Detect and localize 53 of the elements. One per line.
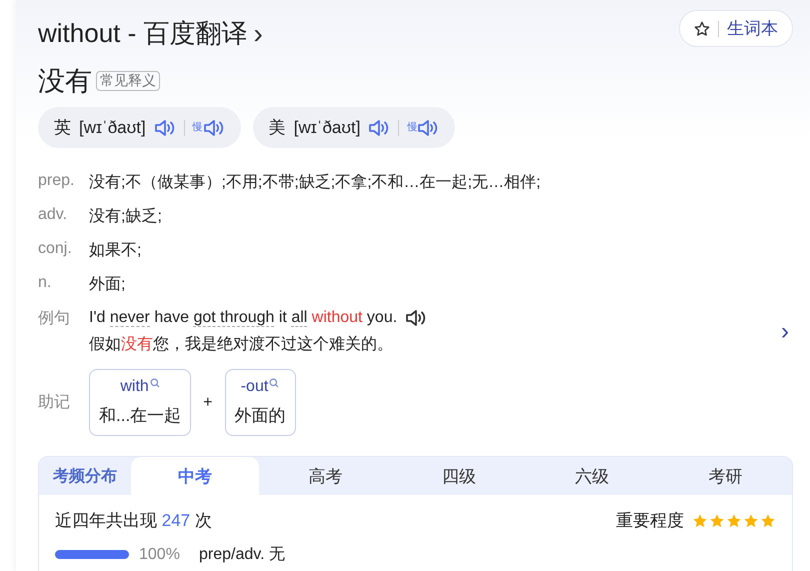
exam-tab[interactable]: 中考 [131, 457, 259, 495]
star-icon [709, 512, 725, 528]
definition: 外面; [89, 275, 126, 295]
speaker-icon [154, 118, 176, 138]
speaker-icon [368, 118, 390, 138]
occurrence-text: 近四年共出现 247 次 [55, 510, 212, 532]
phonetic: [wɪˈðaʊt] [79, 118, 146, 138]
word-link[interactable]: with [120, 378, 160, 396]
next-button[interactable]: › [777, 318, 793, 346]
plus-sign: + [203, 394, 213, 412]
star-icon [760, 512, 776, 528]
meaning-tag: 常见释义 [96, 71, 160, 91]
part-of-speech: prep. [38, 172, 76, 190]
speaker-icon [405, 308, 428, 328]
slow-speaker-button[interactable]: 慢 [407, 118, 440, 138]
slow-speaker-button[interactable]: 慢 [192, 118, 225, 138]
word-link[interactable]: -out [240, 378, 280, 396]
search-icon [269, 378, 280, 388]
speaker-icon [417, 118, 440, 138]
example-label: 例句 [38, 309, 71, 329]
part-of-speech: adv. [38, 206, 68, 224]
exam-tab[interactable]: 六级 [526, 457, 659, 495]
exam-tab[interactable]: 高考 [259, 457, 392, 495]
page-title: without - 百度翻译 [38, 17, 248, 50]
importance-label: 重要程度 [616, 510, 684, 532]
section-label: 考频分布 [52, 466, 118, 486]
example-sentence: I'd never have got through it all without you. [89, 309, 398, 327]
speaker-icon [202, 118, 225, 138]
search-icon [150, 378, 160, 388]
part-of-speech: n. [38, 274, 52, 292]
percent: 100% [139, 546, 181, 564]
star-icon [692, 512, 708, 528]
speaker-button[interactable] [405, 308, 428, 328]
word-meaning: 和...在一起 [99, 405, 182, 427]
usage-text: prep/adv. 无 [199, 545, 285, 565]
exam-tab[interactable]: 四级 [392, 457, 526, 495]
region-label: 美 [268, 117, 286, 139]
star-icon [726, 512, 742, 528]
star-icon [743, 512, 759, 528]
example-translation: 假如没有您，我是绝对渡不过这个难关的。 [89, 334, 394, 355]
part-of-speech: conj. [38, 240, 73, 258]
star-icon [694, 20, 710, 36]
word-meaning: 外面的 [234, 405, 286, 427]
wordbook-button[interactable]: 生词本 [679, 10, 793, 47]
phonetic: [wɪˈðaʊt] [294, 118, 360, 138]
headword: 没有 [38, 65, 92, 98]
definition: 如果不; [89, 241, 142, 261]
exam-tab[interactable]: 考研 [658, 457, 792, 495]
definition: 没有;缺乏; [89, 206, 162, 227]
mnemonic-label: 助记 [38, 392, 71, 413]
region-label: 英 [54, 117, 71, 139]
chevron-icon[interactable]: › [254, 18, 263, 50]
definition: 没有;不（做某事）;不用;不带;缺乏;不拿;不和…在一起;无…相伴; [89, 172, 541, 193]
